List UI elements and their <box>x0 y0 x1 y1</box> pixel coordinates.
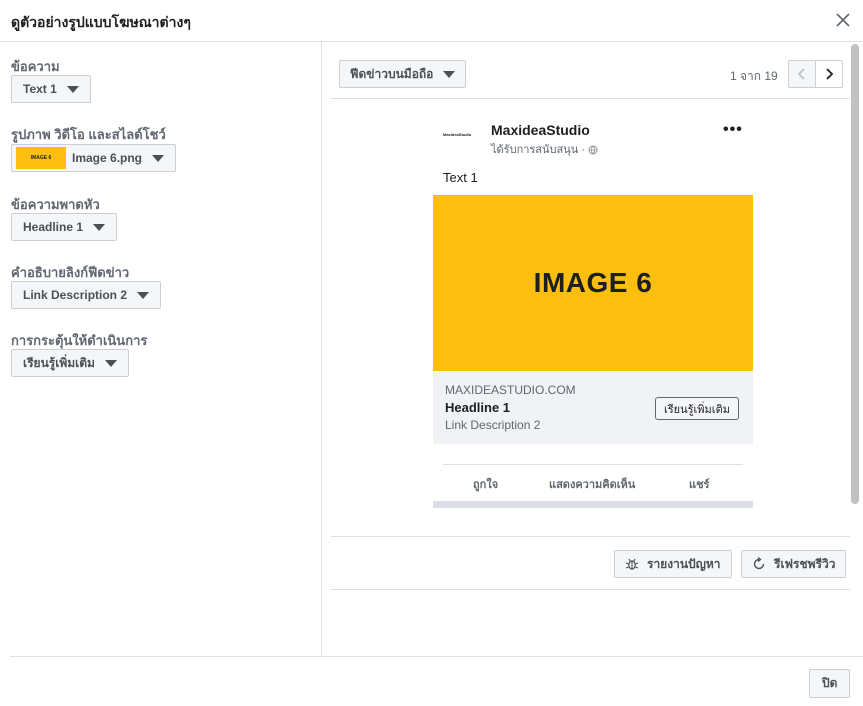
link-description-dropdown-value: Link Description 2 <box>23 288 128 302</box>
scrollbar-thumb[interactable] <box>851 44 859 504</box>
preview-panel: ฟีดข่าวบนมือถือ 1 จาก 19 MaxideaStudio M… <box>323 42 863 656</box>
report-problem-label: รายงานปัญหา <box>647 556 721 571</box>
caret-down-icon <box>104 359 117 367</box>
page-name[interactable]: MaxideaStudio <box>491 122 590 138</box>
cta-field-label: การกระตุ้นให้ดำเนินการ <box>11 333 148 348</box>
chevron-right-icon <box>826 68 834 80</box>
dialog-header: ดูตัวอย่างรูปแบบโฆษณาต่างๆ <box>0 0 863 42</box>
close-button[interactable]: ปิด <box>809 669 851 698</box>
caret-down-icon <box>152 154 165 162</box>
placement-dropdown[interactable]: ฟีดข่าวบนมือถือ <box>339 60 467 88</box>
pager-count: 1 จาก 19 <box>730 69 778 83</box>
media-dropdown-value: Image 6.png <box>72 151 143 165</box>
text-dropdown-value: Text 1 <box>23 82 57 96</box>
preview-tools: รายงานปัญหา รีเฟรชพรีวิว <box>331 536 850 590</box>
refresh-preview-label: รีเฟรชพรีวิว <box>774 556 836 571</box>
dialog-footer: ปิด <box>10 656 863 706</box>
cta-dropdown[interactable]: เรียนรู้เพิ่มเติม <box>11 349 129 377</box>
ad-primary-text: Text 1 <box>443 170 478 185</box>
media-dropdown[interactable]: IMAGE 6 Image 6.png <box>11 144 177 172</box>
previous-button[interactable] <box>788 60 816 88</box>
text-field-label: ข้อความ <box>11 59 60 74</box>
link-description-dropdown[interactable]: Link Description 2 <box>11 281 162 309</box>
ad-preview-card: MaxideaStudio MaxideaStudio ได้รับการสนั… <box>433 117 753 508</box>
comment-button[interactable]: แสดงความคิดเห็น <box>549 475 635 493</box>
ad-actions-bar: ถูกใจ แสดงความคิดเห็น แชร์ <box>443 464 743 502</box>
sponsored-label: ได้รับการสนับสนุน · <box>491 140 598 158</box>
globe-icon <box>588 145 598 155</box>
next-button[interactable] <box>815 60 843 88</box>
bug-icon <box>625 558 639 570</box>
ad-link-section[interactable]: MAXIDEASTUDIO.COM Headline 1 Link Descri… <box>433 371 753 444</box>
share-button[interactable]: แชร์ <box>689 475 709 493</box>
ad-headline: Headline 1 <box>445 400 511 415</box>
ad-domain: MAXIDEASTUDIO.COM <box>445 383 576 397</box>
refresh-preview-button[interactable]: รีเฟรชพรีวิว <box>741 550 847 578</box>
text-dropdown[interactable]: Text 1 <box>11 75 91 103</box>
placement-dropdown-value: ฟีดข่าวบนมือถือ <box>350 66 434 81</box>
caret-down-icon <box>93 223 106 231</box>
headline-field-label: ข้อความพาดหัว <box>11 197 100 212</box>
ad-image-text: IMAGE 6 <box>533 267 653 298</box>
ad-image[interactable]: IMAGE 6 <box>433 195 753 371</box>
cta-button[interactable]: เรียนรู้เพิ่มเติม <box>655 397 739 420</box>
preview-toolbar: ฟีดข่าวบนมือถือ 1 จาก 19 <box>331 42 850 99</box>
sponsored-text: ได้รับการสนับสนุน · <box>491 144 589 156</box>
dialog-title: ดูตัวอย่างรูปแบบโฆษณาต่างๆ <box>11 14 191 30</box>
ad-header: MaxideaStudio MaxideaStudio ได้รับการสนั… <box>433 117 753 167</box>
link-description-field-label: คำอธิบายลิงก์ฟีดข่าว <box>11 265 130 280</box>
page-logo: MaxideaStudio <box>443 131 472 137</box>
refresh-icon <box>753 557 765 570</box>
ad-link-description: Link Description 2 <box>445 418 541 432</box>
image-thumbnail: IMAGE 6 <box>16 147 66 169</box>
headline-dropdown-value: Headline 1 <box>23 220 84 234</box>
like-button[interactable]: ถูกใจ <box>473 475 498 493</box>
caret-down-icon <box>137 291 150 299</box>
ad-bottom-divider <box>433 501 753 508</box>
report-problem-button[interactable]: รายงานปัญหา <box>614 550 732 578</box>
more-options-icon[interactable]: ••• <box>723 121 743 139</box>
media-field-label: รูปภาพ วิดีโอ และสไลด์โชว์ <box>11 127 166 142</box>
caret-down-icon <box>443 70 456 78</box>
ad-options-panel: ข้อความ Text 1 รูปภาพ วิดีโอ และสไลด์โชว… <box>0 42 322 656</box>
caret-down-icon <box>66 85 79 93</box>
close-icon[interactable] <box>835 12 851 28</box>
cta-dropdown-value: เรียนรู้เพิ่มเติม <box>23 355 95 370</box>
chevron-left-icon <box>797 68 805 80</box>
headline-dropdown[interactable]: Headline 1 <box>11 213 118 241</box>
